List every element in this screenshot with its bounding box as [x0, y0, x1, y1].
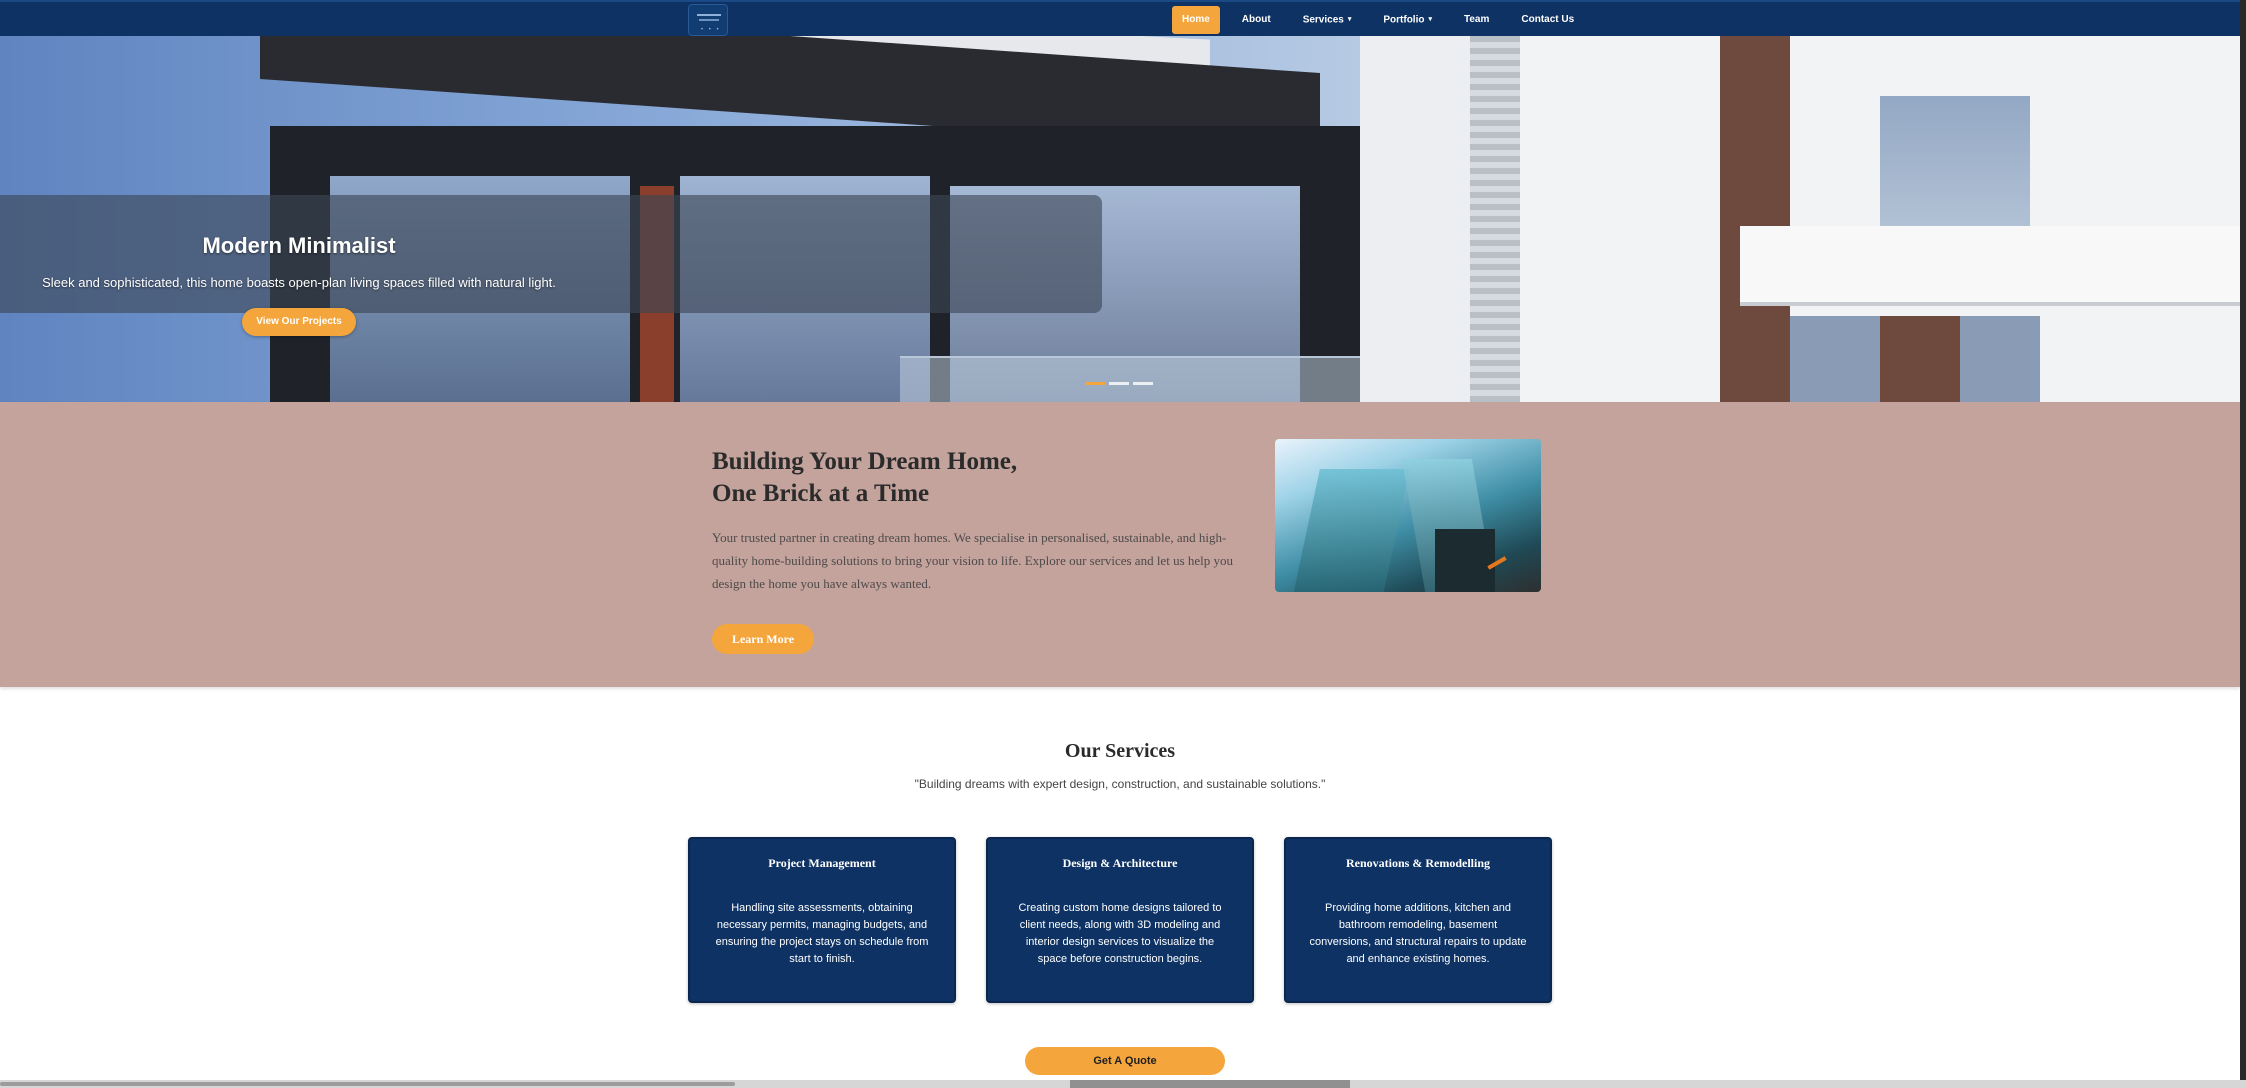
- navbar: • • • Home About Services ▾ Portfolio ▾ Te…: [0, 0, 2246, 36]
- nav-item-about[interactable]: About: [1232, 6, 1281, 34]
- service-card-text: Handling site assessments, obtaining nec…: [715, 902, 929, 965]
- horizontal-scrollbar[interactable]: [0, 1080, 2246, 1088]
- nav-item-home[interactable]: Home: [1172, 6, 1220, 34]
- scrollbar-thumb[interactable]: [0, 1082, 735, 1086]
- get-quote-button[interactable]: Get A Quote: [1025, 1047, 1225, 1075]
- services-subtitle: "Building dreams with expert design, con…: [914, 777, 1326, 791]
- carousel-indicator-3[interactable]: [1133, 382, 1153, 385]
- window-edge: [2240, 0, 2246, 1088]
- logo[interactable]: • • •: [688, 4, 728, 36]
- hero-description: Sleek and sophisticated, this home boast…: [42, 275, 556, 290]
- service-card-text: Creating custom home designs tailored to…: [1018, 902, 1222, 965]
- chevron-down-icon: ▾: [1347, 16, 1352, 23]
- service-card-title: Project Management: [768, 856, 876, 870]
- chevron-down-icon: ▾: [1428, 16, 1432, 23]
- nav-item-services-label: Services: [1302, 14, 1344, 26]
- service-card-text: Providing home additions, kitchen and ba…: [1309, 902, 1527, 965]
- service-card-design-architecture[interactable]: Design & Architecture Creating custom ho…: [986, 837, 1254, 1003]
- services-title: Our Services: [1064, 740, 1176, 762]
- glass-building-image: [1275, 439, 1541, 592]
- nav-item-portfolio[interactable]: Portfolio ▾: [1373, 6, 1442, 34]
- about-text: Your trusted partner in creating dream h…: [712, 530, 1234, 591]
- nav-item-team[interactable]: Team: [1454, 6, 1499, 34]
- carousel-indicator-2[interactable]: [1109, 382, 1129, 385]
- carousel-indicators: [1085, 382, 1157, 385]
- view-projects-button[interactable]: View Our Projects: [242, 308, 356, 336]
- about-title: Building Your Dream Home, One Brick at a…: [712, 446, 1112, 510]
- nav-item-services[interactable]: Services ▾: [1293, 6, 1362, 34]
- about-title-line2: One Brick at a Time: [712, 480, 930, 507]
- nav-menu: Home About Services ▾ Portfolio ▾ Team Con…: [1172, 6, 1596, 34]
- service-card-title: Design & Architecture: [1062, 856, 1178, 870]
- hero-title: Modern Minimalist: [202, 233, 396, 258]
- learn-more-button[interactable]: Learn More: [712, 624, 814, 654]
- service-card-renovations[interactable]: Renovations & Remodelling Providing home…: [1284, 837, 1552, 1003]
- about-title-line1: Building Your Dream Home,: [712, 448, 1018, 475]
- nav-item-contact[interactable]: Contact Us: [1511, 6, 1584, 34]
- nav-item-portfolio-label: Portfolio: [1383, 14, 1425, 26]
- service-card-title: Renovations & Remodelling: [1346, 856, 1490, 870]
- service-card-project-management[interactable]: Project Management Handling site assessm…: [688, 837, 956, 1003]
- carousel-indicator-1[interactable]: [1085, 382, 1105, 385]
